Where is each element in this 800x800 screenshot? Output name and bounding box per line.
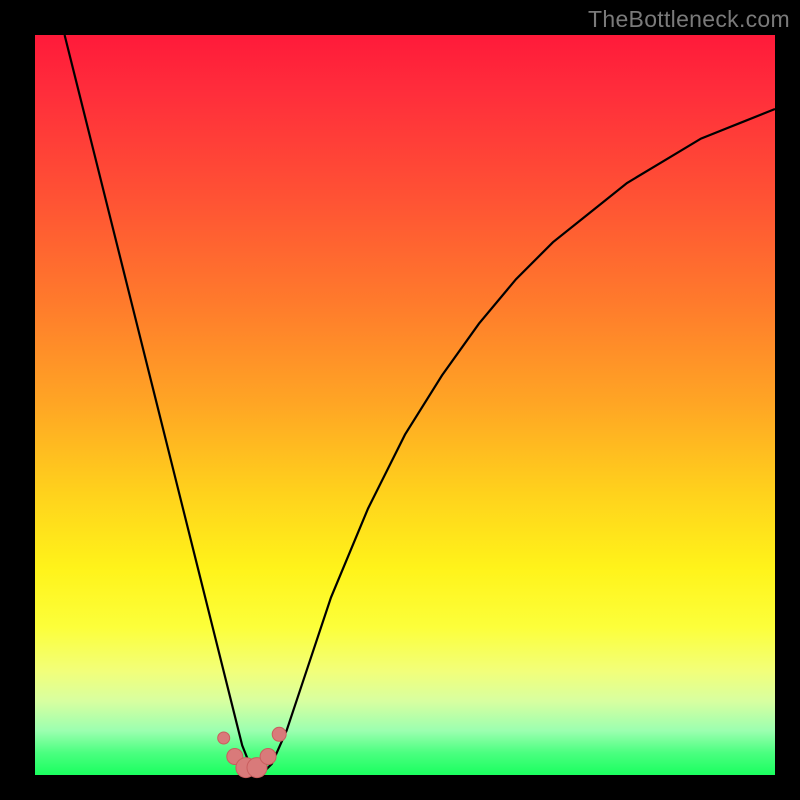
plot-area-gradient <box>35 35 775 775</box>
chart-marker <box>218 732 230 744</box>
chart-marker <box>272 727 286 741</box>
bottleneck-curve <box>65 35 775 771</box>
chart-svg <box>35 35 775 775</box>
watermark-text: TheBottleneck.com <box>588 6 790 33</box>
chart-frame: TheBottleneck.com <box>0 0 800 800</box>
chart-marker <box>260 749 276 765</box>
